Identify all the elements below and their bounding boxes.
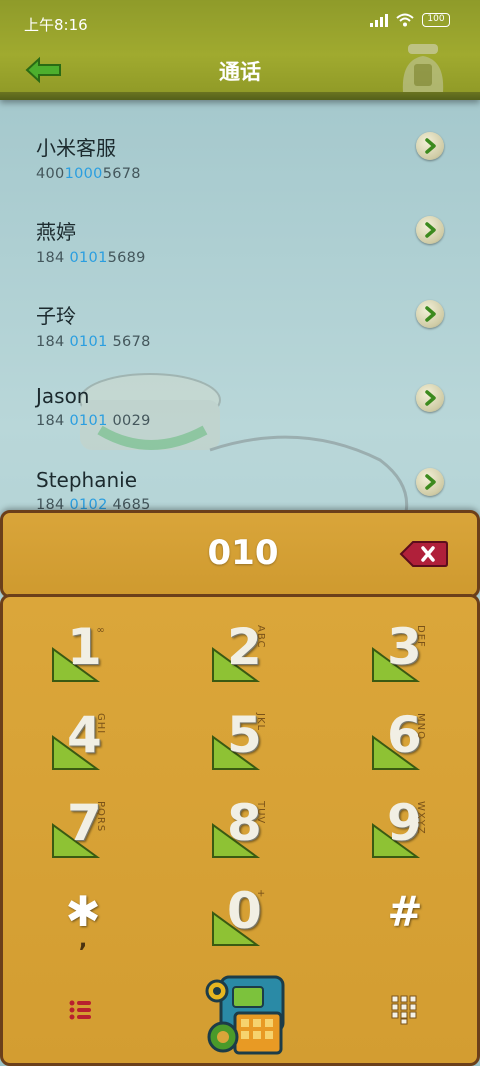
chevron-right-icon: [425, 306, 436, 322]
dial-key-3[interactable]: 3 DEF: [371, 619, 427, 683]
contact-number: 184 0101 0029: [36, 413, 151, 429]
wifi-icon: [396, 13, 414, 27]
signal-icon: [370, 13, 388, 27]
chevron-right-icon: [425, 138, 436, 154]
dial-key-star[interactable]: ✱ ,: [61, 887, 105, 952]
dial-pad: 1 ∞ 2 ABC 3 DEF 4 GHI 5 JKL 6 MNO 7 PQRS…: [0, 594, 480, 1066]
dial-key-2[interactable]: 2 ABC: [211, 619, 267, 683]
battery-icon: 100: [422, 13, 450, 27]
contact-avatar-button[interactable]: [398, 42, 448, 94]
dial-key-1[interactable]: 1 ∞: [51, 619, 107, 683]
contact-detail-button[interactable]: [416, 300, 444, 328]
contact-list: 小米客服 40010005678 燕婷 184 01015689 子玲 184 …: [0, 108, 480, 528]
contact-number: 40010005678: [36, 166, 141, 182]
backspace-button[interactable]: [399, 539, 449, 569]
contact-detail-button[interactable]: [416, 384, 444, 412]
retro-phone-call-icon: [205, 975, 285, 1055]
contact-name: 燕婷: [36, 220, 76, 244]
chevron-right-icon: [425, 474, 436, 490]
dial-key-7[interactable]: 7 PQRS: [51, 795, 107, 859]
status-bar: 上午8:16 100: [0, 0, 480, 44]
dial-key-6[interactable]: 6 MNO: [371, 707, 427, 771]
chevron-right-icon: [425, 222, 436, 238]
contact-detail-button[interactable]: [416, 216, 444, 244]
list-menu-icon: [69, 1000, 91, 1020]
dialpad-grid-icon: [391, 995, 417, 1025]
contact-item[interactable]: 燕婷 184 01015689: [0, 192, 480, 276]
contact-detail-button[interactable]: [416, 132, 444, 160]
contact-name: Jason: [36, 384, 90, 408]
chevron-right-icon: [425, 390, 436, 406]
contact-name: 子玲: [36, 304, 76, 328]
status-time: 上午8:16: [24, 16, 88, 34]
dial-key-5[interactable]: 5 JKL: [211, 707, 267, 771]
dial-key-9[interactable]: 9 WXYZ: [371, 795, 427, 859]
backspace-icon: [399, 541, 448, 567]
contact-number: 184 0101 5678: [36, 334, 151, 350]
call-button[interactable]: [199, 969, 291, 1061]
top-bar: 上午8:16 100 通话: [0, 0, 480, 100]
contact-item[interactable]: Jason 184 0101 0029: [0, 360, 480, 444]
contact-detail-button[interactable]: [416, 468, 444, 496]
contact-name: 小米客服: [36, 136, 116, 160]
menu-button[interactable]: [65, 995, 95, 1029]
contact-number: 184 01015689: [36, 250, 146, 266]
dial-key-0[interactable]: 0 +: [211, 883, 267, 947]
contact-item[interactable]: 小米客服 40010005678: [0, 108, 480, 192]
robot-avatar-icon: [402, 44, 444, 92]
dial-key-8[interactable]: 8 TUV: [211, 795, 267, 859]
keypad-toggle-button[interactable]: [391, 995, 417, 1029]
contact-name: Stephanie: [36, 468, 138, 492]
contact-item[interactable]: 子玲 184 0101 5678: [0, 276, 480, 360]
dial-key-4[interactable]: 4 GHI: [51, 707, 107, 771]
dial-input-panel: 010: [0, 510, 480, 598]
status-icons: 100: [370, 13, 450, 27]
dial-key-hash[interactable]: #: [383, 887, 427, 936]
